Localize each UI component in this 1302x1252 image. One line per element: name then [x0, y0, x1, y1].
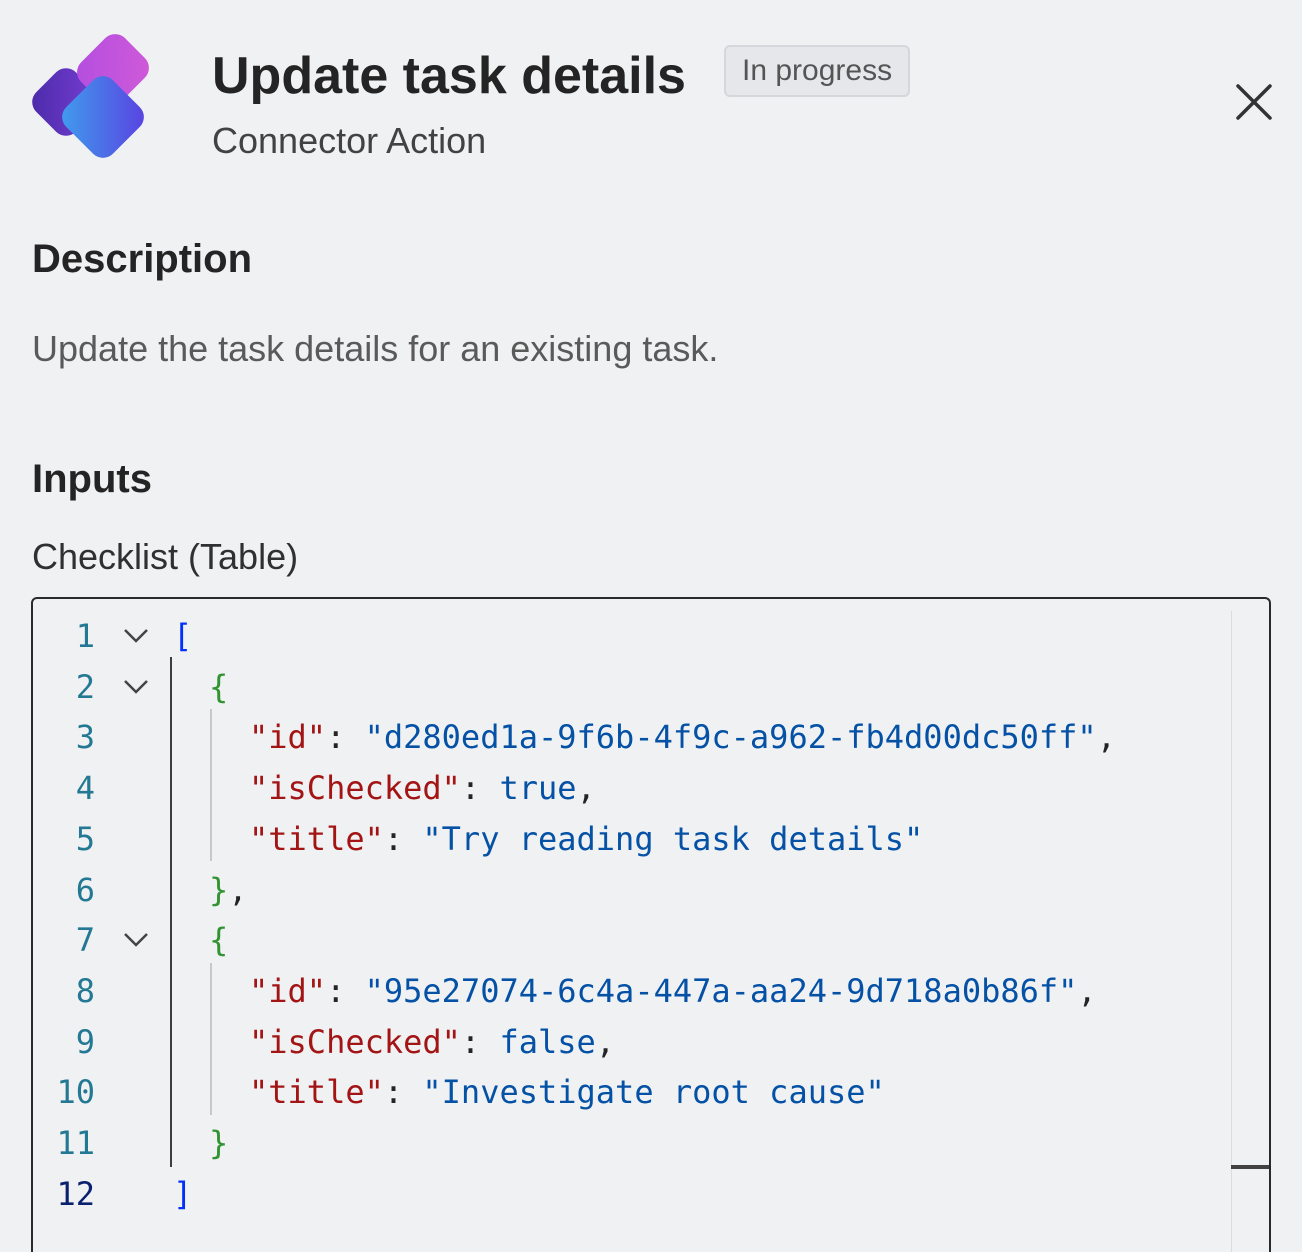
line-number: 3 — [75, 718, 95, 757]
scrollbar-thumb[interactable] — [1231, 1165, 1269, 1169]
code-line: 2{ — [33, 662, 1223, 712]
json-value: "d280ed1a-9f6b-4f9c-a962-fb4d00dc50ff" — [364, 718, 1097, 757]
chevron-down-icon[interactable] — [121, 624, 151, 648]
json-bracket: } — [209, 1124, 229, 1162]
line-number: 10 — [56, 1073, 95, 1112]
line-number: 6 — [75, 870, 95, 909]
status-badge: In progress — [724, 45, 911, 97]
code-line: 3 "id": "d280ed1a-9f6b-4f9c-a962-fb4d00dc… — [33, 712, 1223, 762]
json-separator: : — [383, 819, 423, 858]
line-number: 4 — [75, 769, 95, 808]
json-value: "95e27074-6c4a-447a-aa24-9d718a0b86f" — [364, 971, 1078, 1010]
code-content: "title": "Try reading task details" — [249, 814, 923, 864]
chevron-down-icon[interactable] — [121, 675, 151, 699]
json-separator: : — [460, 1022, 500, 1061]
json-bracket: ] — [173, 1174, 193, 1213]
code-line: 4 "isChecked": true, — [33, 763, 1223, 813]
json-bracket: { — [209, 921, 229, 960]
json-code-editor[interactable]: 1[2{3 "id": "d280ed1a-9f6b-4f9c-a962-fb4d… — [31, 597, 1271, 1252]
json-key: "title" — [249, 819, 384, 858]
line-number: 2 — [75, 667, 95, 706]
code-line: 5 "title": "Try reading task details" — [33, 814, 1223, 864]
json-key: "title" — [249, 1073, 384, 1112]
json-key: "id" — [249, 971, 327, 1010]
code-line: 9 "isChecked": false, — [33, 1017, 1223, 1067]
code-line: 11} — [33, 1118, 1223, 1168]
line-number: 11 — [56, 1124, 95, 1162]
json-separator: : — [383, 1073, 423, 1112]
json-separator: : — [326, 971, 365, 1010]
close-icon — [1236, 84, 1272, 120]
json-key: "isChecked" — [249, 769, 461, 808]
page-title: Update task details — [212, 47, 686, 105]
json-punctuation: , — [595, 1022, 616, 1061]
line-number: 5 — [75, 819, 95, 858]
json-key: "id" — [249, 718, 327, 757]
json-value: true — [499, 769, 577, 808]
code-line: 8 "id": "95e27074-6c4a-447a-aa24-9d718a0b… — [33, 966, 1223, 1016]
json-punctuation: , — [576, 769, 596, 808]
json-bracket: { — [209, 667, 229, 706]
json-key: "isChecked" — [249, 1022, 461, 1061]
line-number: 1 — [75, 617, 95, 655]
code-content: "isChecked": false, — [249, 1017, 615, 1067]
chevron-down-icon[interactable] — [121, 928, 151, 952]
json-separator: : — [326, 718, 365, 757]
line-number: 8 — [75, 971, 95, 1010]
code-content: { — [209, 915, 228, 965]
line-number: 12 — [56, 1174, 95, 1213]
inputs-heading: Inputs — [32, 457, 152, 501]
code-content: }, — [209, 865, 248, 915]
code-line: 6}, — [33, 865, 1223, 915]
code-content: } — [209, 1118, 228, 1168]
code-line: 12] — [33, 1169, 1223, 1219]
json-bracket: [ — [173, 617, 193, 655]
json-value: "Investigate root cause" — [422, 1073, 885, 1112]
description-heading: Description — [32, 237, 253, 281]
code-line: 7{ — [33, 915, 1223, 965]
code-content: { — [209, 662, 228, 712]
editor-scrollbar[interactable] — [1231, 611, 1269, 1252]
description-text: Update the task details for an existing … — [32, 328, 719, 369]
json-punctuation: , — [1077, 971, 1097, 1010]
close-button[interactable] — [1226, 74, 1282, 130]
json-separator: : — [460, 769, 500, 808]
code-content: "isChecked": true, — [249, 763, 596, 813]
code-line: 10 "title": "Investigate root cause" — [33, 1067, 1223, 1117]
code-content: "title": "Investigate root cause" — [249, 1067, 885, 1117]
line-number: 9 — [75, 1022, 95, 1061]
line-number: 7 — [75, 921, 95, 960]
json-value: "Try reading task details" — [422, 819, 924, 858]
checklist-field-label: Checklist (Table) — [32, 536, 299, 577]
json-value: false — [499, 1022, 596, 1061]
panel-header: Update task details In progress Connecto… — [0, 0, 1302, 190]
code-content: "id": "95e27074-6c4a-447a-aa24-9d718a0b8… — [249, 966, 1097, 1016]
code-content: [ — [173, 611, 192, 661]
page-subtitle: Connector Action — [212, 120, 487, 161]
planner-logo-icon — [30, 34, 164, 168]
code-content: ] — [173, 1169, 192, 1219]
json-punctuation: , — [1096, 718, 1116, 757]
json-punctuation: , — [228, 870, 248, 909]
code-line: 1[ — [33, 611, 1223, 661]
code-content: "id": "d280ed1a-9f6b-4f9c-a962-fb4d00dc5… — [249, 712, 1116, 762]
json-bracket: } — [209, 870, 229, 909]
